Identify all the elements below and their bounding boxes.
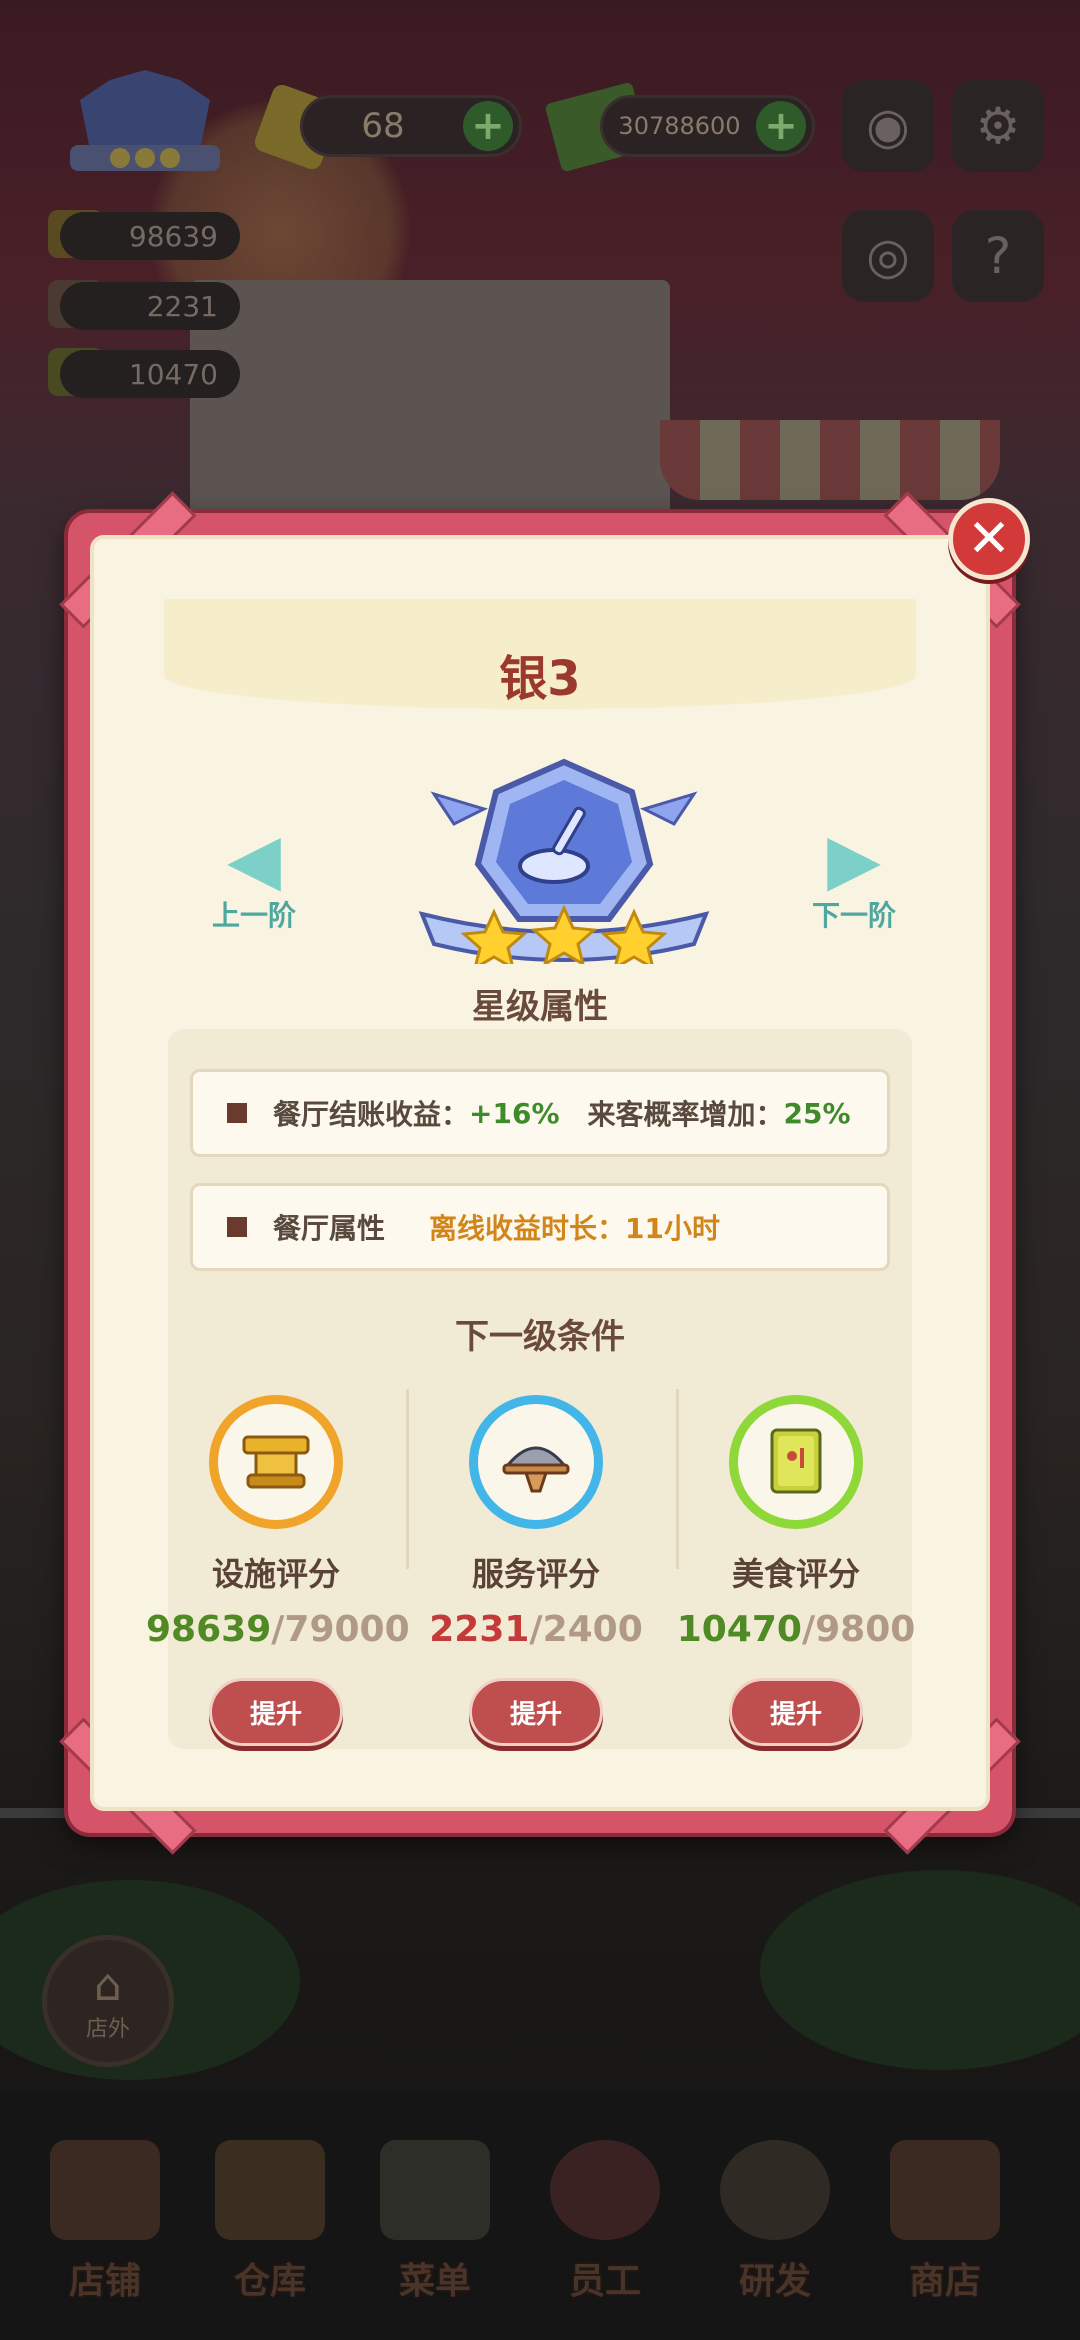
outside-store-label: 店外	[85, 2016, 130, 2042]
tab-shop[interactable]: 店铺	[40, 2140, 170, 2320]
close-dialog-button[interactable]: ✕	[948, 498, 1030, 580]
facility-stat-value: 98639	[128, 219, 218, 253]
facility-score-progress: 98639/79000	[146, 1609, 410, 1650]
bush-right	[760, 1870, 1080, 2070]
star-icon	[460, 908, 528, 964]
recipe-book-icon	[729, 1395, 863, 1529]
eye-icon: ◎	[866, 227, 910, 285]
food-score-target: /9800	[801, 1609, 916, 1650]
attribute-row-offline: 餐厅属性 离线收益时长：11小时	[190, 1183, 890, 1271]
storefront-icon: ⌂	[94, 1959, 122, 2011]
add-cash-button[interactable]: +	[756, 101, 806, 151]
service-stat-value: 2231	[146, 289, 218, 323]
service-stat: 2231	[60, 282, 240, 330]
food-score-label: 美食评分	[731, 1555, 860, 1593]
shop-awning	[660, 420, 1000, 500]
tab-shop-label: 店铺	[68, 2261, 141, 2302]
next-tier-button[interactable]: ▶ 下一阶	[794, 824, 914, 934]
research-pot-icon	[720, 2140, 830, 2240]
view-button[interactable]: ◎	[842, 210, 934, 302]
camera-button[interactable]: ◉	[842, 80, 934, 172]
star-attributes-title: 星级属性	[472, 987, 608, 1027]
service-score-target: /2400	[529, 1609, 643, 1650]
gear-icon: ⚙	[975, 97, 1021, 155]
gem-count: 68	[361, 106, 405, 146]
tab-research[interactable]: 研发	[710, 2140, 840, 2320]
checkout-income-label: 餐厅结账收益：	[273, 1098, 470, 1131]
star-icon	[600, 908, 668, 964]
offline-income-duration: 离线收益时长：11小时	[429, 1212, 720, 1245]
upgrade-service-button[interactable]: 提升	[469, 1678, 603, 1746]
silver-rank-emblem	[414, 754, 714, 974]
tab-research-label: 研发	[738, 2261, 811, 2302]
next-level-conditions-title: 下一级条件	[455, 1317, 625, 1357]
next-tier-label: 下一阶	[811, 899, 896, 932]
shop-icon	[50, 2140, 160, 2240]
tab-menu-label: 菜单	[398, 2261, 471, 2302]
tab-menu[interactable]: 菜单	[370, 2140, 500, 2320]
facility-score-target: /79000	[271, 1609, 410, 1650]
service-icon	[469, 1395, 603, 1529]
menu-clipboard-icon	[380, 2140, 490, 2240]
tab-warehouse[interactable]: 仓库	[205, 2140, 335, 2320]
cash-count: 30788600	[618, 112, 741, 140]
warehouse-icon	[215, 2140, 325, 2240]
visitor-rate-value: 25%	[783, 1096, 851, 1130]
food-stat-value: 10470	[128, 357, 218, 391]
checkout-income-value: +16%	[469, 1096, 560, 1130]
upgrade-facility-button[interactable]: 提升	[209, 1678, 343, 1746]
upgrade-food-button[interactable]: 提升	[729, 1678, 863, 1746]
settings-button[interactable]: ⚙	[952, 80, 1044, 172]
gem-counter: 68 +	[300, 95, 522, 157]
dialog-body: 银3 ◀ 上一阶 ▶ 下一阶 星级属性 餐厅结账收益： +16% 来客概率增加：…	[90, 535, 990, 1811]
service-score-current: 2231	[429, 1609, 530, 1650]
star-rank-dialog: 银3 ◀ 上一阶 ▶ 下一阶 星级属性 餐厅结账收益： +16% 来客概率增加：…	[59, 491, 1021, 1855]
facility-score-current: 98639	[146, 1609, 272, 1650]
tab-store[interactable]: 商店	[880, 2140, 1010, 2320]
facility-score-label: 设施评分	[211, 1555, 340, 1593]
close-icon: ✕	[967, 509, 1011, 569]
tab-warehouse-label: 仓库	[233, 2261, 306, 2302]
star-icon	[530, 904, 598, 964]
facility-stat: 98639	[60, 212, 240, 260]
camera-icon: ◉	[866, 97, 910, 155]
prev-tier-label: 上一阶	[211, 899, 296, 932]
arrow-left-icon: ◀	[227, 818, 281, 900]
arrow-right-icon: ▶	[827, 818, 881, 900]
visitor-rate-label: 来客概率增加：	[587, 1098, 784, 1131]
bullet-icon	[227, 1103, 247, 1123]
cash-counter: 30788600 +	[600, 95, 815, 157]
facility-icon	[209, 1395, 343, 1529]
service-score-progress: 2231/2400	[406, 1609, 666, 1650]
rank-title: 银3	[499, 651, 581, 707]
bullet-icon	[227, 1217, 247, 1237]
restaurant-building	[190, 280, 670, 530]
attribute-row-income: 餐厅结账收益： +16% 来客概率增加： 25%	[190, 1069, 890, 1157]
food-score-current: 10470	[676, 1609, 802, 1650]
outside-store-button[interactable]: ⌂ 店外	[42, 1935, 174, 2067]
tab-staff[interactable]: 员工	[540, 2140, 670, 2320]
tab-store-label: 商店	[908, 2261, 981, 2302]
guide-button[interactable]: ?	[952, 210, 1044, 302]
add-gems-button[interactable]: +	[463, 101, 513, 151]
prev-tier-button[interactable]: ◀ 上一阶	[194, 824, 314, 934]
tab-staff-label: 员工	[568, 2261, 641, 2302]
service-requirement: 服务评分 2231/2400 提升	[406, 1395, 666, 1746]
staff-icon	[550, 2140, 660, 2240]
facility-requirement: 设施评分 98639/79000 提升	[146, 1395, 410, 1746]
restaurant-attribute-label: 餐厅属性	[273, 1212, 386, 1245]
store-icon	[890, 2140, 1000, 2240]
food-stat: 10470	[60, 350, 240, 398]
service-score-label: 服务评分	[471, 1555, 600, 1593]
restaurant-rank-badge[interactable]	[50, 60, 240, 190]
book-help-icon: ?	[984, 227, 1012, 285]
food-requirement: 美食评分 10470/9800 提升	[666, 1395, 926, 1746]
food-score-progress: 10470/9800	[666, 1609, 926, 1650]
